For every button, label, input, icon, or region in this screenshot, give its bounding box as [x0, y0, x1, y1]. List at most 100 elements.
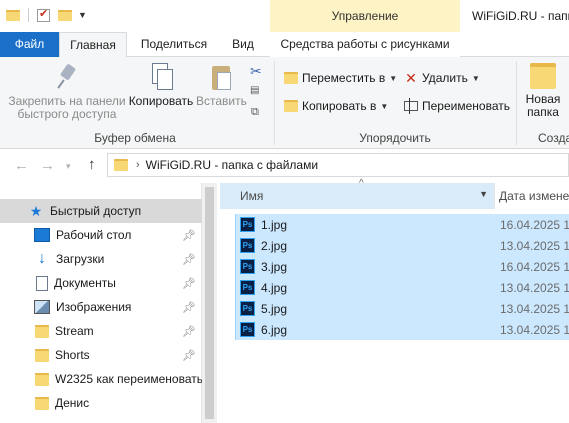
pin-to-quick-access-button[interactable]: Закрепить на панели быстрого доступа — [8, 63, 126, 121]
copy-to-button[interactable]: Копировать в ▼ — [284, 96, 388, 116]
photoshop-file-icon: Ps — [240, 259, 255, 274]
tab-file[interactable]: Файл — [0, 32, 59, 57]
column-header-row: ^ Имя ▼ Дата изменен — [218, 178, 569, 209]
rename-icon — [404, 98, 418, 114]
file-name: 2.jpg — [261, 238, 288, 253]
new-folder-line-2: папка — [527, 105, 559, 119]
ribbon: Закрепить на панели быстрого доступа Коп… — [0, 57, 569, 149]
pin-icon: 📌︎ — [182, 229, 196, 242]
copy-button[interactable]: Копировать — [128, 63, 194, 108]
divider[interactable] — [494, 183, 495, 209]
folder-icon — [35, 396, 49, 410]
file-row[interactable]: Ps 6.jpg 13.04.2025 17 — [235, 319, 569, 340]
sidebar-item-label: W2325 как переименовать — [55, 372, 202, 386]
photoshop-file-icon: Ps — [240, 301, 255, 316]
column-header-name[interactable]: ^ Имя ▼ — [220, 178, 494, 209]
sidebar-item-downloads[interactable]: ↓ Загрузки 📌︎ — [0, 247, 202, 271]
tab-view[interactable]: Вид — [222, 32, 264, 57]
back-arrow-icon[interactable]: ← — [14, 157, 29, 174]
sidebar-item-label: Изображения — [56, 300, 132, 314]
file-name: 1.jpg — [261, 217, 288, 232]
move-folder-icon — [284, 72, 298, 84]
folder-icon — [35, 372, 49, 386]
paste-shortcut-icon[interactable]: ⧉ — [251, 106, 259, 119]
column-name-label: Имя — [240, 189, 264, 203]
sidebar-item-stream[interactable]: Stream 📌︎ — [0, 319, 202, 343]
scrollbar-thumb[interactable] — [205, 187, 214, 419]
organize-group-label: Упорядочить — [359, 131, 431, 145]
sidebar-item-denis[interactable]: Денис — [0, 391, 202, 415]
title-bar: ▼ Управление WiFiGiD.RU - папка — [0, 0, 569, 32]
rename-label: Переименовать — [422, 99, 510, 113]
move-to-button[interactable]: Переместить в ▼ — [284, 68, 397, 88]
photoshop-file-icon: Ps — [240, 280, 255, 295]
file-name: 6.jpg — [261, 322, 288, 337]
sidebar-item-label: Shorts — [55, 348, 90, 362]
download-icon: ↓ — [38, 250, 46, 267]
column-header-date[interactable]: Дата изменен — [499, 189, 569, 203]
sidebar-item-label: Рабочий стол — [56, 228, 132, 242]
file-date: 16.04.2025 16 — [500, 259, 569, 274]
divider — [28, 8, 29, 22]
file-name: 5.jpg — [261, 301, 288, 316]
file-date: 13.04.2025 17 — [500, 280, 569, 295]
up-arrow-icon[interactable]: ↑ — [88, 156, 96, 173]
sidebar-item-w2325[interactable]: W2325 как переименовать — [0, 367, 202, 391]
chevron-down-icon: ▼ — [380, 101, 389, 111]
sidebar-item-label: Загрузки — [56, 252, 105, 266]
sidebar-item-shorts[interactable]: Shorts 📌︎ — [0, 343, 202, 367]
tab-picture-tools[interactable]: Средства работы с рисунками — [270, 32, 460, 57]
file-row[interactable]: Ps 1.jpg 16.04.2025 16 — [235, 214, 569, 235]
address-bar[interactable]: › WiFiGiD.RU - папка с файлами — [107, 153, 569, 177]
folder-icon — [114, 159, 128, 171]
sidebar-scrollbar[interactable] — [202, 183, 217, 423]
file-row[interactable]: Ps 4.jpg 13.04.2025 17 — [235, 277, 569, 298]
file-row[interactable]: Ps 3.jpg 16.04.2025 16 — [235, 256, 569, 277]
paste-icon — [209, 63, 233, 91]
file-row[interactable]: Ps 5.jpg 13.04.2025 17 — [235, 298, 569, 319]
sidebar-item-pictures[interactable]: Изображения 📌︎ — [0, 295, 202, 319]
file-date: 13.04.2025 17 — [500, 322, 569, 337]
file-name: 4.jpg — [261, 280, 288, 295]
quick-access-toolbar: ▼ — [6, 7, 87, 22]
copy-path-icon[interactable]: ▤ — [250, 85, 259, 96]
properties-icon[interactable] — [37, 7, 50, 22]
delete-button[interactable]: ✕ Удалить ▼ — [404, 68, 480, 88]
pin-icon: 📌︎ — [182, 349, 196, 362]
delete-icon: ✕ — [405, 69, 417, 86]
paste-button[interactable]: Вставить — [196, 63, 247, 108]
sidebar-item-label: Stream — [55, 324, 94, 338]
photoshop-file-icon: Ps — [240, 238, 255, 253]
tab-share[interactable]: Поделиться — [134, 32, 214, 57]
cut-icon[interactable]: ✂ — [250, 63, 262, 80]
navigation-pane: ★ Быстрый доступ Рабочий стол 📌︎ ↓ Загру… — [0, 183, 202, 423]
paste-label: Вставить — [196, 94, 247, 108]
star-icon: ★ — [29, 203, 43, 219]
sidebar-item-label: Документы — [54, 276, 116, 290]
pin-icon — [54, 63, 80, 91]
recent-locations-icon[interactable]: ▾ — [66, 161, 71, 172]
pin-icon: 📌︎ — [182, 253, 196, 266]
chevron-right-icon[interactable]: › — [136, 159, 140, 171]
ribbon-tabs: Файл Главная Поделиться Вид Средства раб… — [0, 32, 569, 58]
sidebar-item-documents[interactable]: Документы 📌︎ — [0, 271, 202, 295]
copy-label: Копировать — [128, 94, 194, 108]
new-folder-button[interactable]: Новая папка — [522, 63, 564, 119]
customize-toolbar-icon[interactable]: ▼ — [78, 10, 87, 20]
sidebar-item-quick-access[interactable]: ★ Быстрый доступ — [0, 199, 202, 223]
folder-icon — [6, 9, 20, 21]
sidebar-item-desktop[interactable]: Рабочий стол 📌︎ — [0, 223, 202, 247]
divider — [516, 61, 517, 145]
tab-home[interactable]: Главная — [59, 32, 127, 58]
file-name: 3.jpg — [261, 259, 288, 274]
file-row[interactable]: Ps 2.jpg 13.04.2025 16 — [235, 235, 569, 256]
delete-label: Удалить — [422, 71, 468, 85]
copy-to-label: Копировать в — [302, 99, 377, 113]
address-path: WiFiGiD.RU - папка с файлами — [145, 158, 319, 172]
forward-arrow-icon[interactable]: → — [40, 157, 55, 174]
rename-button[interactable]: Переименовать — [404, 96, 510, 116]
new-folder-icon[interactable] — [58, 9, 72, 21]
document-icon — [36, 275, 48, 291]
chevron-down-icon[interactable]: ▼ — [479, 189, 488, 199]
divider — [274, 61, 275, 145]
